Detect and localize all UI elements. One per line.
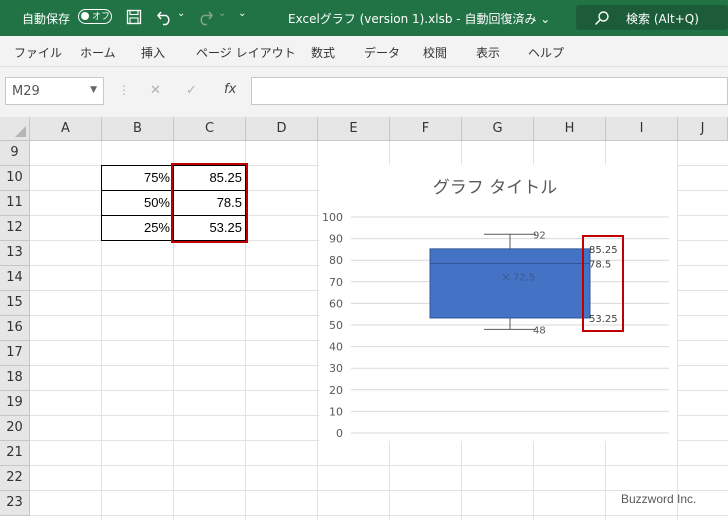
gridline [30, 490, 728, 491]
formula-input[interactable] [251, 77, 728, 105]
column-header-g[interactable]: G [462, 117, 534, 141]
save-icon[interactable] [126, 9, 142, 25]
customize-quick-access-icon[interactable]: ⌄ [238, 8, 246, 19]
min-label: 48 [533, 325, 546, 336]
cell-b10[interactable]: 75% [101, 165, 174, 191]
row-header-23[interactable]: 23 [0, 491, 30, 516]
cancel-icon: ✕ [150, 83, 161, 98]
name-box-dropdown-icon[interactable]: ▼ [90, 85, 97, 95]
name-box-value: M29 [12, 84, 40, 99]
column-header-j[interactable]: J [678, 117, 728, 141]
y-tick-label: 20 [329, 384, 343, 397]
row-header-11[interactable]: 11 [0, 191, 30, 216]
y-tick-label: 40 [329, 341, 343, 354]
ribbon-tabs: ファイル ホーム 挿入 ページ レイアウト 数式 データ 校閲 表示 ヘルプ [0, 36, 728, 67]
autosave-state: オフ [92, 12, 111, 22]
column-header-a[interactable]: A [30, 117, 102, 141]
gridline [30, 465, 728, 466]
chart-title[interactable]: グラフ タイトル [433, 178, 557, 198]
y-tick-label: 70 [329, 276, 343, 289]
box-q1-q3 [429, 248, 591, 319]
y-tick-label: 50 [329, 319, 343, 332]
toggle-knob [81, 12, 89, 20]
worksheet-grid[interactable]: A B C D E F G H I J 9 10 11 12 13 14 15 … [0, 117, 728, 520]
highlight-box-values [171, 163, 248, 243]
row-header-21[interactable]: 21 [0, 441, 30, 466]
column-header-h[interactable]: H [534, 117, 606, 141]
row-header-16[interactable]: 16 [0, 316, 30, 341]
cell-b12[interactable]: 25% [101, 215, 174, 241]
search-icon [594, 11, 609, 26]
row-header-14[interactable]: 14 [0, 266, 30, 291]
autosave-toggle[interactable]: オフ [78, 9, 112, 24]
tab-help[interactable]: ヘルプ [528, 44, 564, 61]
row-header-15[interactable]: 15 [0, 291, 30, 316]
select-all-button[interactable] [0, 117, 30, 141]
search-box[interactable]: 検索 (Alt+Q) [576, 5, 728, 30]
name-box[interactable]: M29 ▼ [5, 77, 104, 105]
tab-file[interactable]: ファイル [14, 44, 62, 61]
mean-label: 72.5 [513, 272, 535, 283]
redo-icon [200, 11, 213, 26]
tab-data[interactable]: データ [364, 44, 400, 61]
y-tick-label: 100 [322, 211, 343, 224]
row-header-18[interactable]: 18 [0, 366, 30, 391]
autosave-label: 自動保存 [22, 12, 71, 26]
gridline [677, 141, 678, 520]
column-header-f[interactable]: F [390, 117, 462, 141]
max-label: 92 [533, 230, 546, 241]
y-tick-label: 30 [329, 362, 343, 375]
mean-marker: × [501, 270, 510, 283]
row-header-22[interactable]: 22 [0, 466, 30, 491]
redo-dropdown-icon: ⌄ [218, 8, 227, 19]
search-placeholder: 検索 (Alt+Q) [626, 12, 699, 26]
gridline [317, 141, 318, 520]
row-header-12[interactable]: 12 [0, 216, 30, 241]
tab-formulas[interactable]: 数式 [311, 44, 335, 61]
column-header-e[interactable]: E [318, 117, 390, 141]
y-tick-label: 60 [329, 297, 343, 310]
tab-review[interactable]: 校閲 [423, 44, 447, 61]
tab-insert[interactable]: 挿入 [141, 44, 165, 61]
watermark: Buzzword Inc. [621, 492, 697, 506]
select-all-icon [15, 126, 26, 137]
cell-b11[interactable]: 50% [101, 190, 174, 216]
row-header-13[interactable]: 13 [0, 241, 30, 266]
undo-dropdown-icon[interactable]: ⌄ [177, 8, 185, 19]
formula-bar: M29 ▼ ⋮ ✕ ✓ fx [0, 76, 728, 108]
more-options-icon: ⋮ [118, 83, 130, 97]
title-bar: 自動保存 オフ ⌄ ⌄ ⌄ Excelグラフ (version 1).xlsb … [0, 0, 728, 36]
row-header-20[interactable]: 20 [0, 416, 30, 441]
column-header-b[interactable]: B [102, 117, 174, 141]
y-tick-label: 80 [329, 254, 343, 267]
row-header-19[interactable]: 19 [0, 391, 30, 416]
undo-icon[interactable] [156, 8, 174, 26]
row-header-17[interactable]: 17 [0, 341, 30, 366]
tab-view[interactable]: 表示 [476, 44, 500, 61]
y-tick-label: 0 [336, 427, 343, 440]
y-tick-label: 10 [329, 405, 343, 418]
column-header-d[interactable]: D [246, 117, 318, 141]
document-title[interactable]: Excelグラフ (version 1).xlsb - 自動回復済み ⌄ [288, 10, 550, 27]
ribbon-gap [0, 67, 728, 76]
tab-page-layout[interactable]: ページ レイアウト [196, 44, 296, 61]
y-tick-label: 90 [329, 233, 343, 246]
tab-home[interactable]: ホーム [80, 44, 116, 61]
row-header-9[interactable]: 9 [0, 141, 30, 166]
column-header-i[interactable]: I [606, 117, 678, 141]
row-header-10[interactable]: 10 [0, 166, 30, 191]
formula-gap [0, 108, 728, 117]
enter-icon: ✓ [186, 83, 197, 98]
column-header-c[interactable]: C [174, 117, 246, 141]
insert-function-button[interactable]: fx [224, 82, 236, 97]
gridline [30, 515, 728, 516]
highlight-box-labels [582, 235, 624, 332]
